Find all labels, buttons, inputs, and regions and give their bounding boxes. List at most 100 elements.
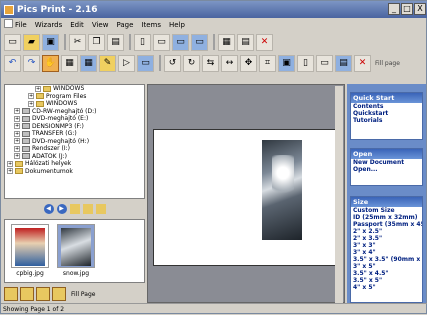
forward-icon[interactable]: ▶ (56, 203, 67, 214)
size-option[interactable]: Passport (35mm x 45 (351, 221, 422, 228)
placed-photo[interactable] (262, 140, 302, 240)
layout-icon[interactable] (36, 287, 50, 301)
menu-items[interactable]: Items (141, 21, 161, 29)
size-option[interactable]: 3.5" x 5" (351, 277, 422, 284)
link-open[interactable]: Open... (351, 166, 422, 173)
print-icon[interactable]: ▤ (237, 33, 254, 51)
vertical-scrollbar[interactable] (335, 86, 343, 303)
tree-item[interactable]: + CD-RW-meghajtó (D:) (5, 108, 144, 116)
color-icon[interactable]: ▣ (278, 54, 295, 72)
expand-icon[interactable]: + (14, 153, 20, 160)
fill-page-label[interactable]: Fill page (375, 60, 400, 67)
rotate-left-icon[interactable]: ↺ (164, 54, 181, 72)
expand-icon[interactable]: + (28, 100, 34, 107)
remove-icon[interactable]: ✕ (354, 54, 371, 72)
tree-item[interactable]: + Dokumentumok (5, 168, 144, 176)
size-option[interactable]: 2" x 2.5" (351, 228, 422, 235)
page-layout-icon[interactable]: ▭ (153, 33, 170, 51)
tree-item[interactable]: + DVD-meghajtó (H:) (5, 138, 144, 146)
tree-item[interactable]: + ADATOK (J:) (5, 153, 144, 161)
link-contents[interactable]: Contents (351, 103, 422, 110)
play-icon[interactable]: ▷ (118, 54, 135, 72)
layout-icon[interactable] (20, 287, 34, 301)
link-tutorials[interactable]: Tutorials (351, 117, 422, 124)
page-setup-icon[interactable]: ▯ (134, 33, 151, 51)
menu-help[interactable]: Help (169, 21, 185, 29)
grid-icon[interactable]: ▦ (61, 54, 78, 72)
view-options-icon[interactable] (95, 203, 106, 214)
layout-icon[interactable] (4, 287, 18, 301)
size-option[interactable]: 3.5" x 3.5" (90mm x 9 (351, 256, 422, 263)
size-option[interactable]: 3.5" x 4.5" (351, 270, 422, 277)
cut-icon[interactable]: ✂ (69, 33, 86, 51)
redo-icon[interactable]: ↷ (23, 54, 40, 72)
align-icon[interactable]: ↔ (221, 54, 238, 72)
new-icon[interactable]: ▭ (4, 33, 21, 51)
hand-tool-icon[interactable]: ✋ (42, 54, 59, 72)
maximize-button[interactable]: □ (401, 3, 413, 15)
move-icon[interactable]: ✥ (240, 54, 257, 72)
crop-icon[interactable]: ⌗ (259, 54, 276, 72)
expand-icon[interactable]: + (35, 85, 41, 92)
expand-icon[interactable]: + (7, 160, 13, 167)
monitor-icon[interactable]: ▭ (172, 33, 189, 51)
edit-photo-icon[interactable]: ✎ (99, 54, 116, 72)
close-button[interactable]: X (414, 3, 426, 15)
size-option[interactable]: 3" x 3" (351, 242, 422, 249)
slideshow-icon[interactable]: ▭ (137, 54, 154, 72)
print-page[interactable] (153, 129, 336, 266)
menu-wizards[interactable]: Wizards (35, 21, 63, 29)
tree-item[interactable]: + WINDOWS (5, 100, 144, 108)
arrange-icon[interactable]: ▯ (297, 54, 314, 72)
thumbnail[interactable] (57, 224, 95, 268)
flip-icon[interactable]: ⇆ (202, 54, 219, 72)
expand-icon[interactable]: + (14, 145, 20, 152)
grid-blue-icon[interactable]: ▦ (80, 54, 97, 72)
favorites-icon[interactable] (82, 203, 93, 214)
expand-icon[interactable]: + (7, 168, 13, 175)
expand-icon[interactable]: + (28, 93, 34, 100)
layout-icon[interactable] (52, 287, 66, 301)
expand-icon[interactable]: + (14, 115, 20, 122)
expand-icon[interactable]: + (14, 108, 20, 115)
fill-page-button[interactable]: Fill Page (71, 291, 95, 298)
size-option[interactable]: 3" x 4" (351, 249, 422, 256)
tree-item[interactable]: + WINDOWS (5, 85, 144, 93)
display-icon[interactable]: ▭ (191, 33, 208, 51)
tree-item[interactable]: + Rendszer (I:) (5, 145, 144, 153)
image-icon[interactable]: ▦ (218, 33, 235, 51)
tree-item[interactable]: + TRANSFER (G:) (5, 130, 144, 138)
tree-item[interactable]: + DVD-meghajtó (E:) (5, 115, 144, 123)
open-folder-icon[interactable]: ▰ (23, 33, 40, 51)
size-option[interactable]: 4" x 5" (351, 284, 422, 291)
size-option[interactable]: ID (25mm x 32mm) (351, 214, 422, 221)
folder-tree[interactable]: + WINDOWS + Program Files + WINDOWS + CD-RW-meg… (4, 84, 145, 199)
fit-icon[interactable]: ▤ (335, 54, 352, 72)
size-option[interactable]: 2" x 3.5" (351, 235, 422, 242)
link-quickstart[interactable]: Quickstart (351, 110, 422, 117)
minimize-button[interactable]: _ (388, 3, 400, 15)
save-icon[interactable]: ▣ (42, 33, 59, 51)
size-option[interactable]: Custom Size (351, 207, 422, 214)
tree-item[interactable]: + DENSIONMP3 (F:) (5, 123, 144, 131)
expand-icon[interactable]: + (14, 130, 20, 137)
link-new-document[interactable]: New Document (351, 159, 422, 166)
menu-view[interactable]: View (92, 21, 109, 29)
back-icon[interactable]: ◀ (43, 203, 54, 214)
menu-edit[interactable]: Edit (70, 21, 84, 29)
folder-up-icon[interactable] (69, 203, 80, 214)
delete-icon[interactable]: ✕ (256, 33, 273, 51)
copy-icon[interactable]: ❐ (88, 33, 105, 51)
expand-icon[interactable]: + (14, 138, 20, 145)
expand-icon[interactable]: + (14, 123, 20, 130)
rotate-right-icon[interactable]: ↻ (183, 54, 200, 72)
menu-page[interactable]: Page (116, 21, 133, 29)
size-option[interactable]: 3" x 5" (351, 263, 422, 270)
frame-icon[interactable]: ▭ (316, 54, 333, 72)
menu-file[interactable]: File (15, 21, 27, 29)
undo-icon[interactable]: ↶ (4, 54, 21, 72)
paste-icon[interactable]: ▤ (107, 33, 124, 51)
tree-item[interactable]: + Program Files (5, 93, 144, 101)
thumbnail[interactable] (11, 224, 49, 268)
tree-item[interactable]: + Hálózati helyek (5, 160, 144, 168)
